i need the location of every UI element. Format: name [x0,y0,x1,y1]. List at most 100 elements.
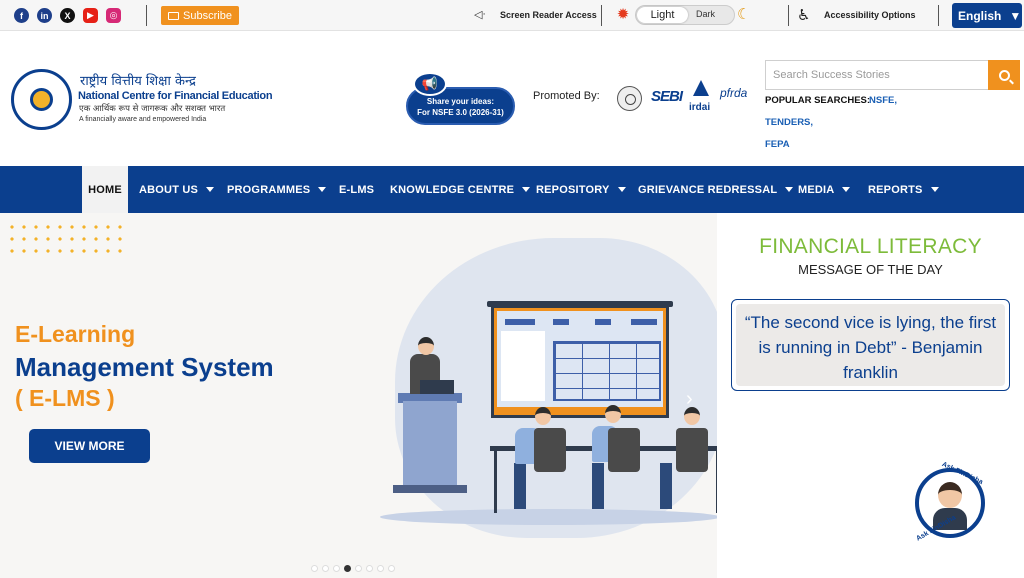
nav-elms[interactable]: E-LMS [339,166,374,213]
x-icon[interactable]: X [60,8,75,23]
org-name: National Centre for Financial Education [78,90,273,102]
org-name-hindi: राष्ट्रीय वित्तीय शिक्षा केन्द्र [80,74,196,89]
instagram-icon[interactable]: ◎ [106,8,121,23]
popular-link-fepa[interactable]: FEPA [765,139,790,150]
search-button[interactable] [988,60,1020,90]
org-tagline-hindi: एक आर्थिक रूप से जागरूक और सशक्त भारत [79,104,226,114]
speaker-icon[interactable]: ◁ᐧ [474,9,486,21]
search-input[interactable]: Search Success Stories [765,60,988,90]
youtube-icon[interactable]: ▶ [83,8,98,23]
sun-icon: ✹ [616,6,630,23]
nav-label: REPOSITORY [536,183,610,196]
language-select[interactable]: English ▼ [952,3,1022,28]
hero-title-line3: ( E-LMS ) [15,385,115,411]
slider-dot[interactable] [366,565,373,572]
findisha-avatar-icon [938,482,962,508]
instagram-glyph: ◎ [109,10,118,20]
chair [534,428,566,472]
top-bar: f in X ▶ ◎ Subscribe ◁ᐧ Screen Reader Ac… [0,0,1024,31]
illustration-whiteboard [491,305,669,418]
nav-home[interactable]: HOME [82,166,128,213]
person-legs [514,463,526,509]
main-nav: HOME ABOUT US PROGRAMMES E-LMS KNOWLEDGE… [0,166,1024,213]
logo-emblem-icon [30,88,53,111]
mail-icon [168,11,180,20]
hero-slider: E-Learning Management System ( E-LMS ) V… [0,213,1024,578]
caret-down-icon [785,187,794,192]
facebook-glyph: f [20,10,23,21]
slider-dot[interactable] [377,565,384,572]
accessibility-icon[interactable]: ♿ [797,6,810,24]
divider [938,5,939,26]
nav-reports[interactable]: REPORTS [868,166,939,213]
nav-repository[interactable]: REPOSITORY [536,166,626,213]
board-bar [631,319,657,325]
pfrda-logo[interactable]: pfrda [720,86,747,100]
accessibility-options-link[interactable]: Accessibility Options [824,10,916,20]
caret-down-icon [206,187,215,192]
slider-dots [311,565,395,572]
literacy-title: FINANCIAL LITERACY [759,235,982,258]
share-line1: Share your ideas: [426,97,495,106]
nav-label: PROGRAMMES [227,183,311,196]
nav-label: ABOUT US [139,183,199,196]
subscribe-button[interactable]: Subscribe [161,6,239,25]
view-more-button[interactable]: VIEW MORE [29,429,150,463]
person-head [605,405,621,423]
x-glyph: X [64,10,71,21]
illustration-floor [380,509,720,525]
share-line2: For NSFE 3.0 (2026-31) [417,108,504,117]
theme-light-option[interactable]: Light [637,7,688,23]
subscribe-label: Subscribe [183,9,232,22]
slider-dot[interactable] [311,565,318,572]
nav-label: GRIEVANCE REDRESSAL [638,183,778,196]
board-side-panel [501,331,545,401]
nav-label: REPORTS [868,183,923,196]
nav-knowledge-centre[interactable]: KNOWLEDGE CENTRE [390,166,531,213]
sebi-logo[interactable]: SEBI [651,88,683,105]
laptop-icon [420,380,454,394]
chevron-down-icon: ▼ [1009,8,1022,23]
caret-down-icon [930,187,939,192]
quote-text: “The second vice is lying, the first is … [736,304,1005,386]
theme-dark-option[interactable]: Dark [696,9,715,19]
slider-dot[interactable] [333,565,340,572]
slider-dot[interactable] [322,565,329,572]
popular-link-tenders[interactable]: TENDERS, [765,117,813,128]
nav-grievance-redressal[interactable]: GRIEVANCE REDRESSAL [638,166,794,213]
nav-programmes[interactable]: PROGRAMMES [227,166,327,213]
nav-media[interactable]: MEDIA [798,166,851,213]
slider-dot[interactable] [388,565,395,572]
theme-toggle[interactable]: Light Dark [635,5,735,25]
irdai-logo[interactable]: irdai [689,80,713,116]
quote-card: “The second vice is lying, the first is … [731,299,1010,391]
screen-reader-link[interactable]: Screen Reader Access [500,10,597,20]
decorative-dots [6,221,130,259]
person-legs [660,463,672,509]
nav-label: KNOWLEDGE CENTRE [390,183,515,196]
hero-title-line1: E-Learning [15,321,136,347]
divider [601,5,602,26]
table-leg [494,451,497,513]
ncfe-logo[interactable] [11,69,72,130]
popular-link-nsfe[interactable]: NSFE, [869,95,897,106]
promoted-by-label: Promoted By: [533,90,600,102]
facebook-icon[interactable]: f [14,8,29,23]
slider-dot[interactable] [344,565,351,572]
podium [403,401,457,487]
caret-down-icon [842,187,851,192]
rbi-logo[interactable] [617,86,642,111]
board-grid [553,341,661,401]
linkedin-icon[interactable]: in [37,8,52,23]
megaphone-icon: 📢 [413,72,447,96]
presenter-head [418,337,434,355]
share-ideas-banner[interactable]: 📢 Share your ideas: For NSFE 3.0 (2026-3… [406,72,515,126]
search-placeholder: Search Success Stories [773,69,890,81]
hero-title-line2: Management System [15,352,274,382]
board-screen [497,311,663,407]
slider-next-arrow[interactable]: › [686,388,693,411]
slider-dot[interactable] [355,565,362,572]
language-label: English [958,8,1002,23]
nav-about-us[interactable]: ABOUT US [139,166,215,213]
linkedin-glyph: in [40,10,49,21]
